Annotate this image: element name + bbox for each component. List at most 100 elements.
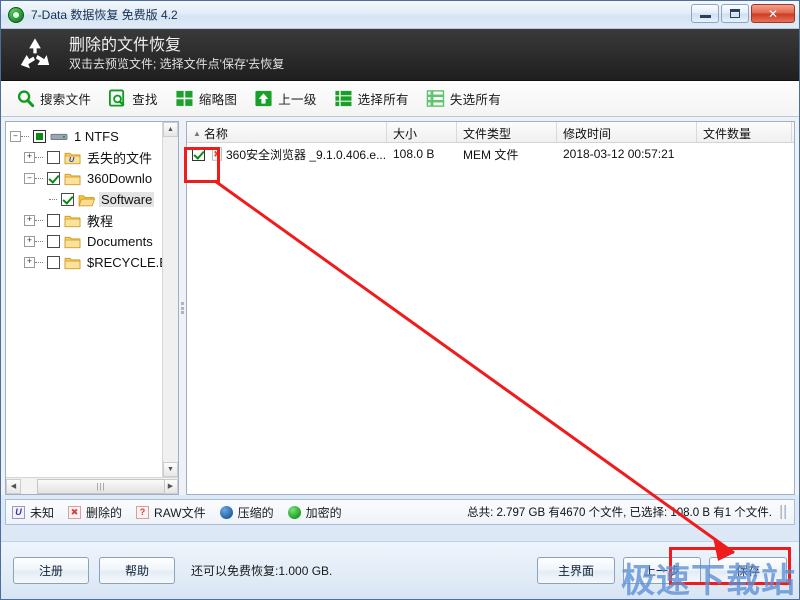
mode-banner: 删除的文件恢复 双击去预览文件; 选择文件点'保存'去恢复 bbox=[1, 29, 799, 81]
tree-connector bbox=[35, 157, 43, 158]
file-list-body[interactable]: ✖ 360安全浏览器 _9.1.0.406.e... 108.0 B MEM 文件 20… bbox=[187, 143, 794, 165]
close-button[interactable]: ✕ bbox=[751, 4, 795, 23]
scroll-right-icon[interactable]: ▶ bbox=[163, 478, 178, 494]
tree-expand-icon[interactable]: + bbox=[24, 257, 35, 268]
file-name-cell[interactable]: ✖ 360安全浏览器 _9.1.0.406.e... bbox=[187, 146, 387, 163]
tree-node-label: 360Downlo bbox=[87, 171, 153, 186]
tree-collapse-icon[interactable]: – bbox=[10, 131, 21, 142]
splitter-grip-dot bbox=[181, 302, 184, 305]
save-button[interactable]: 保存 bbox=[709, 557, 787, 584]
toolbar-label: 选择所有 bbox=[357, 93, 409, 107]
tree-node-checkbox[interactable] bbox=[47, 151, 60, 164]
tree-expand-icon[interactable]: + bbox=[24, 236, 35, 247]
file-size-cell: 108.0 B bbox=[393, 147, 435, 161]
folder-tree-panel[interactable]: – 1 NTFS + U 丢失的文件 – 360Downlo Software + 教程 + Docu… bbox=[5, 121, 179, 495]
minimize-button[interactable] bbox=[691, 4, 719, 23]
tree-expand-icon[interactable]: + bbox=[24, 215, 35, 226]
maximize-button[interactable] bbox=[721, 4, 749, 23]
tree-expand-icon[interactable]: + bbox=[24, 152, 35, 163]
previous-step-button[interactable]: 上一步 bbox=[623, 557, 701, 584]
toolbar-label: 上一级 bbox=[278, 93, 317, 107]
status-grip bbox=[780, 505, 790, 519]
column-header-label: 修改时间 bbox=[563, 126, 612, 141]
folder-icon bbox=[64, 236, 81, 248]
folder-tree[interactable]: – 1 NTFS + U 丢失的文件 – 360Downlo Software + 教程 + Docu… bbox=[6, 122, 178, 477]
tree-node[interactable]: Software bbox=[10, 189, 178, 210]
toolbar-thumbnails[interactable]: 缩略图 bbox=[170, 85, 247, 113]
tree-node[interactable]: + 教程 bbox=[10, 210, 178, 231]
toolbar-find[interactable]: 查找 bbox=[103, 85, 168, 113]
tree-collapse-icon[interactable]: – bbox=[24, 173, 35, 184]
deselect-all-icon bbox=[426, 90, 445, 107]
file-list-header[interactable]: ▲ 名称 大小 文件类型 修改时间 文件数量 bbox=[187, 122, 794, 143]
scroll-down-icon[interactable]: ▼ bbox=[163, 462, 178, 477]
toolbar-label: 缩略图 bbox=[198, 93, 238, 107]
splitter-grip-dot bbox=[181, 306, 184, 310]
file-name-label: 360安全浏览器 _9.1.0.406.e... bbox=[226, 147, 387, 162]
window-title: 7-Data 数据恢复 免费版 4.2 bbox=[31, 8, 178, 22]
tree-node-checkbox[interactable] bbox=[33, 130, 46, 143]
status-legend-label: RAW文件 bbox=[154, 505, 206, 520]
tree-node[interactable]: – 360Downlo bbox=[10, 168, 178, 189]
tree-node[interactable]: + $RECYCLE.B bbox=[10, 252, 178, 273]
up-level-arrow-icon bbox=[255, 90, 272, 107]
tree-connector bbox=[35, 178, 43, 179]
tree-node-label: Software bbox=[99, 192, 155, 207]
file-list-column-header[interactable]: 大小 bbox=[387, 122, 457, 142]
tree-node-checkbox[interactable] bbox=[47, 256, 60, 269]
encrypted-dot-icon bbox=[287, 505, 301, 519]
status-legend-item: U 未知 bbox=[12, 504, 54, 521]
tree-horizontal-scrollbar[interactable]: ◀ ||| ▶ bbox=[6, 477, 178, 494]
hscroll-thumb[interactable]: ||| bbox=[37, 478, 165, 494]
tree-node[interactable]: – 1 NTFS bbox=[10, 126, 178, 147]
help-button[interactable]: 帮助 bbox=[99, 557, 175, 584]
file-list-panel[interactable]: ▲ 名称 大小 文件类型 修改时间 文件数量 ✖ 360安全浏览器 _9.1.0.406.e… bbox=[186, 121, 795, 495]
toolbar-label: 搜索文件 bbox=[40, 93, 92, 107]
file-list-column-header[interactable]: ▲ 名称 bbox=[187, 122, 387, 142]
banner-subtitle: 双击去预览文件; 选择文件点'保存'去恢复 bbox=[69, 57, 285, 71]
main-ui-button[interactable]: 主界面 bbox=[537, 557, 615, 584]
status-bar: U 未知 ✖ 删除的? RAW文件 压缩的 加密的 总共: 2.797 GB 有4670 个… bbox=[5, 499, 795, 525]
toolbar-select-all[interactable]: 选择所有 bbox=[329, 85, 419, 113]
file-row-checkbox[interactable] bbox=[192, 147, 205, 161]
tree-node[interactable]: + Documents bbox=[10, 231, 178, 252]
compressed-dot-icon bbox=[219, 505, 233, 519]
status-legend-item: 加密的 bbox=[287, 504, 342, 521]
toolbar-label: 失选所有 bbox=[449, 93, 502, 107]
file-list-column-header[interactable]: 文件数量 bbox=[697, 122, 792, 142]
tree-vertical-scrollbar[interactable]: ▲ ▼ bbox=[162, 122, 178, 477]
scroll-left-icon[interactable]: ◀ bbox=[6, 478, 21, 494]
toolbar-up-level[interactable]: 上一级 bbox=[249, 85, 326, 113]
status-legend-item: ? RAW文件 bbox=[136, 504, 206, 521]
folder-open-icon bbox=[78, 194, 95, 206]
minimize-icon bbox=[699, 15, 711, 18]
toolbar-deselect-all[interactable]: 失选所有 bbox=[421, 85, 511, 113]
file-list-column-header[interactable]: 文件类型 bbox=[457, 122, 557, 142]
register-button[interactable]: 注册 bbox=[13, 557, 89, 584]
tree-node-checkbox[interactable] bbox=[47, 214, 60, 227]
tree-node-checkbox[interactable] bbox=[61, 193, 74, 206]
drive-icon bbox=[50, 133, 68, 141]
find-in-page-icon bbox=[109, 89, 125, 107]
app-window: 7-Data 数据恢复 免费版 4.2 ✕ 删除的文件恢复 双击去预览文件; 选… bbox=[0, 0, 800, 600]
status-legend-item: 压缩的 bbox=[219, 504, 274, 521]
panel-splitter[interactable] bbox=[179, 121, 186, 495]
banner-title: 删除的文件恢复 bbox=[69, 37, 182, 54]
hscroll-track[interactable]: ||| bbox=[21, 478, 165, 494]
file-list-column-header[interactable]: 修改时间 bbox=[557, 122, 697, 142]
unknown-icon: U bbox=[12, 505, 25, 519]
scroll-up-icon[interactable]: ▲ bbox=[163, 122, 178, 137]
tree-node-checkbox[interactable] bbox=[47, 172, 60, 185]
tree-connector bbox=[49, 199, 57, 200]
deleted-file-icon: ✖ bbox=[212, 147, 222, 161]
title-bar: 7-Data 数据恢复 免费版 4.2 ✕ bbox=[1, 1, 799, 29]
column-header-label: 大小 bbox=[393, 126, 418, 141]
table-row[interactable]: ✖ 360安全浏览器 _9.1.0.406.e... 108.0 B MEM 文件 20… bbox=[187, 143, 794, 165]
column-header-label: 文件类型 bbox=[463, 126, 512, 141]
toolbar-search-files[interactable]: 搜索文件 bbox=[11, 85, 101, 113]
column-header-label: 名称 bbox=[203, 126, 228, 141]
tree-node-checkbox[interactable] bbox=[47, 235, 60, 248]
tree-node[interactable]: + U 丢失的文件 bbox=[10, 147, 178, 168]
status-legend-label: 压缩的 bbox=[237, 505, 274, 520]
